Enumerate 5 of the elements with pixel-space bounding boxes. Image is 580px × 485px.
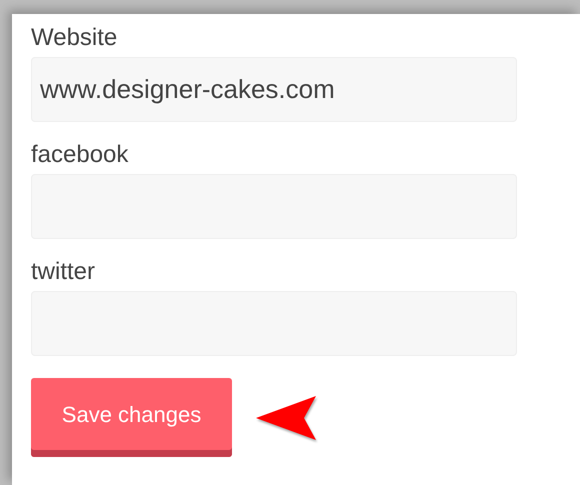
field-label: facebook bbox=[31, 140, 130, 170]
arrow-pointer-icon bbox=[254, 394, 318, 440]
field-label: Website bbox=[31, 23, 118, 53]
input-field[interactable]: www.designer-cakes.com bbox=[31, 57, 517, 122]
field-label: twitter bbox=[31, 257, 96, 287]
